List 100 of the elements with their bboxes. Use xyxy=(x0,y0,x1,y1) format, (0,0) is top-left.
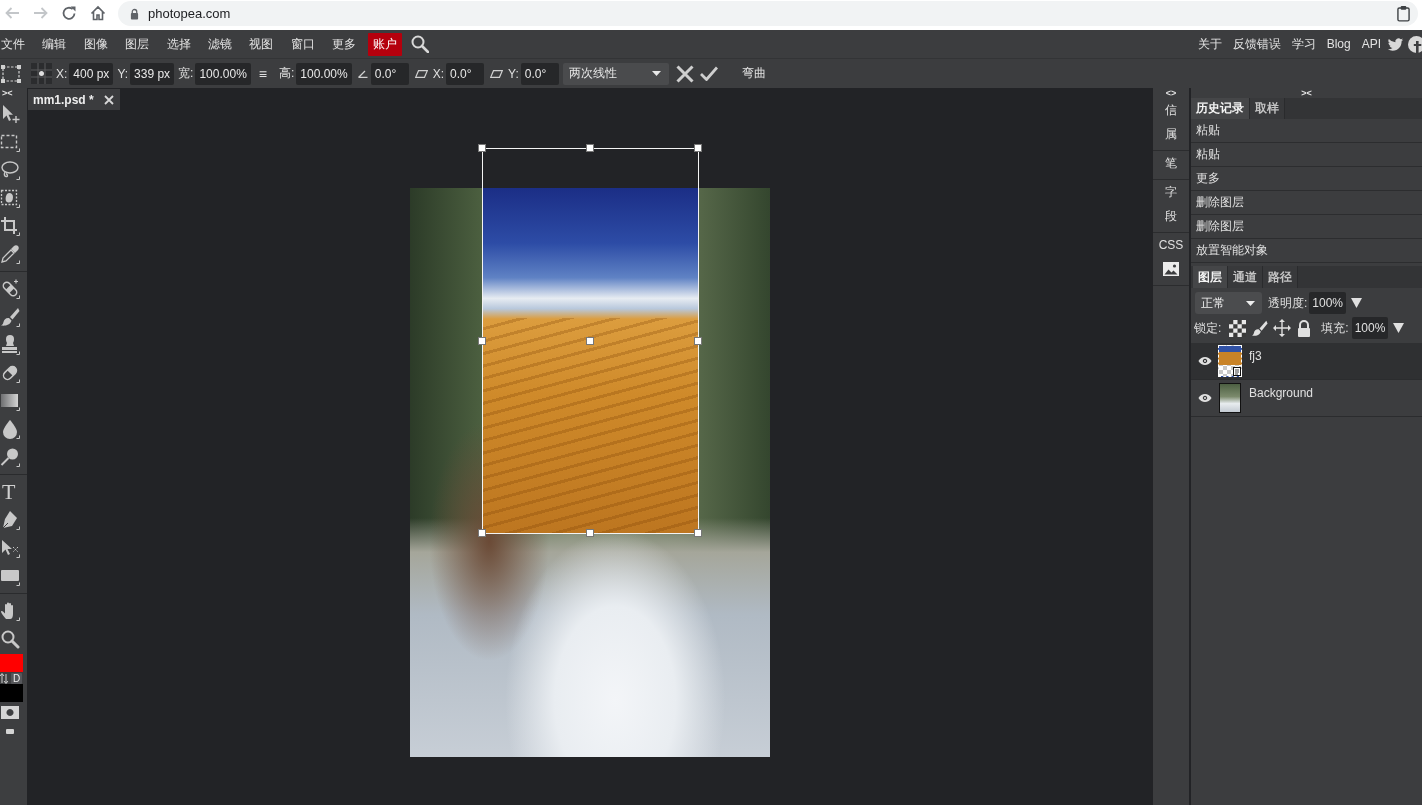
menu-item[interactable]: 滤镜 xyxy=(207,35,232,53)
layer-row[interactable]: fj3 xyxy=(1191,343,1422,380)
dodge-icon[interactable] xyxy=(0,447,20,467)
transform-handle[interactable] xyxy=(585,144,594,152)
panel-tab[interactable]: 图层 xyxy=(1193,266,1228,288)
number-field[interactable]: 100.00% xyxy=(195,62,251,85)
eye-icon[interactable] xyxy=(1198,393,1212,403)
transform-handle[interactable] xyxy=(693,529,702,537)
side-panel-button[interactable]: 笔 xyxy=(1153,151,1189,175)
angle-field[interactable]: 0.0° xyxy=(370,62,409,85)
move-arrows-icon[interactable] xyxy=(1273,319,1292,337)
number-field[interactable]: 339 px xyxy=(130,62,175,85)
number-field[interactable]: 0.0° xyxy=(520,62,559,85)
bounding-box-icon[interactable] xyxy=(1,64,21,83)
transform-handle[interactable] xyxy=(585,529,594,537)
brush-icon[interactable] xyxy=(1251,319,1269,337)
search-icon[interactable] xyxy=(410,35,429,53)
menu-item[interactable]: 选择 xyxy=(166,35,191,53)
transform-handle[interactable] xyxy=(477,337,486,345)
menu-link[interactable]: 关于 xyxy=(1197,35,1222,53)
eraser-icon[interactable] xyxy=(0,363,20,383)
side-panel-button[interactable]: 属 xyxy=(1153,122,1189,146)
panel-tab[interactable]: 路径 xyxy=(1263,266,1298,288)
quick-selection-icon[interactable] xyxy=(0,188,20,208)
gradient-icon[interactable] xyxy=(0,391,20,411)
menu-link[interactable]: 学习 xyxy=(1291,35,1316,53)
panel-toggle[interactable]: >< xyxy=(0,88,27,98)
menu-item[interactable]: 图层 xyxy=(125,35,150,53)
menu-link[interactable]: 反馈错误 xyxy=(1232,35,1281,53)
cross-icon[interactable] xyxy=(675,64,694,83)
bandage-icon[interactable] xyxy=(0,279,20,299)
panel-toggle[interactable]: <> xyxy=(1153,88,1189,98)
transform-handle[interactable] xyxy=(477,144,486,152)
lasso-icon[interactable] xyxy=(0,160,20,180)
history-item[interactable]: 粘贴 xyxy=(1191,119,1422,143)
clipboard-icon[interactable] xyxy=(1397,5,1410,22)
path-select-arrow-icon[interactable] xyxy=(0,538,20,558)
checkerboard-icon[interactable] xyxy=(1229,319,1247,337)
default-colors-button[interactable]: D xyxy=(11,672,23,684)
layer-row[interactable]: Background xyxy=(1191,380,1422,417)
panel-tab[interactable]: 取样 xyxy=(1250,98,1285,119)
padlock-icon[interactable] xyxy=(1296,319,1313,337)
triangle-down-icon[interactable] xyxy=(1393,323,1405,333)
close-icon[interactable] xyxy=(103,94,114,105)
panel-toggle[interactable]: >< xyxy=(1191,88,1422,98)
checkmark-icon[interactable] xyxy=(699,66,718,81)
history-item[interactable]: 放置智能对象 xyxy=(1191,239,1422,263)
transform-handle[interactable] xyxy=(477,529,486,537)
reference-point-icon[interactable] xyxy=(31,63,52,84)
home-icon[interactable] xyxy=(89,5,106,21)
account-menu-button[interactable]: 账户 xyxy=(367,32,402,56)
menu-link[interactable]: API xyxy=(1361,37,1381,51)
stamp-icon[interactable] xyxy=(0,335,20,355)
drop-icon[interactable] xyxy=(0,419,20,439)
background-color-swatch[interactable] xyxy=(0,684,23,702)
history-item[interactable]: 更多 xyxy=(1191,167,1422,191)
reload-icon[interactable] xyxy=(61,5,77,21)
dashed-rectangle-icon[interactable] xyxy=(0,132,20,152)
side-panel-button[interactable]: 段 xyxy=(1153,204,1189,228)
panel-tab[interactable]: 历史记录 xyxy=(1191,98,1250,119)
side-panel-button[interactable]: 信 xyxy=(1153,98,1189,122)
quick-mask-icon[interactable] xyxy=(1,706,19,719)
foreground-color-swatch[interactable] xyxy=(0,654,23,672)
move-arrow-icon[interactable] xyxy=(0,104,20,124)
number-field[interactable]: 0.0° xyxy=(446,62,485,85)
triangle-down-icon[interactable] xyxy=(1351,298,1363,308)
opacity-field[interactable]: 100% xyxy=(1309,292,1347,314)
eye-icon[interactable] xyxy=(1198,356,1212,366)
crop-icon[interactable] xyxy=(0,216,20,236)
document-tab[interactable]: mm1.psd * xyxy=(28,89,120,110)
panel-tab[interactable]: 通道 xyxy=(1228,266,1263,288)
history-item[interactable]: 删除图层 xyxy=(1191,191,1422,215)
link-toggle[interactable]: ≡ xyxy=(258,65,267,82)
eyedropper-icon[interactable] xyxy=(0,244,20,264)
image-icon[interactable] xyxy=(1163,262,1179,276)
menu-item[interactable]: 更多 xyxy=(332,35,357,53)
address-bar[interactable]: photopea.com xyxy=(118,1,1418,26)
menu-item[interactable]: 视图 xyxy=(249,35,274,53)
side-panel-button[interactable]: 字 xyxy=(1153,180,1189,204)
interpolation-dropdown[interactable]: 两次线性 xyxy=(562,62,669,85)
transform-handle[interactable] xyxy=(585,337,594,345)
menu-item[interactable]: 文件 xyxy=(1,35,25,53)
transform-handle[interactable] xyxy=(693,337,702,345)
number-field[interactable]: 100.00% xyxy=(296,62,352,85)
history-item[interactable]: 删除图层 xyxy=(1191,215,1422,239)
fill-field[interactable]: 100% xyxy=(1351,317,1389,339)
f-logo-icon[interactable] xyxy=(1408,35,1422,53)
hand-icon[interactable] xyxy=(0,601,20,621)
side-panel-button[interactable]: CSS xyxy=(1153,233,1189,257)
pen-nib-icon[interactable] xyxy=(0,510,20,530)
transform-handle[interactable] xyxy=(693,144,702,152)
menu-item[interactable]: 图像 xyxy=(83,35,108,53)
history-item[interactable]: 粘贴 xyxy=(1191,143,1422,167)
menu-link[interactable]: Blog xyxy=(1326,37,1351,51)
bird-icon[interactable] xyxy=(1387,37,1404,51)
swap-arrows-icon[interactable] xyxy=(0,672,8,684)
menu-item[interactable]: 窗口 xyxy=(290,35,315,53)
blend-mode-dropdown[interactable]: 正常 xyxy=(1195,292,1262,314)
number-field[interactable]: 400 px xyxy=(69,62,114,85)
brush-icon[interactable] xyxy=(0,307,20,327)
